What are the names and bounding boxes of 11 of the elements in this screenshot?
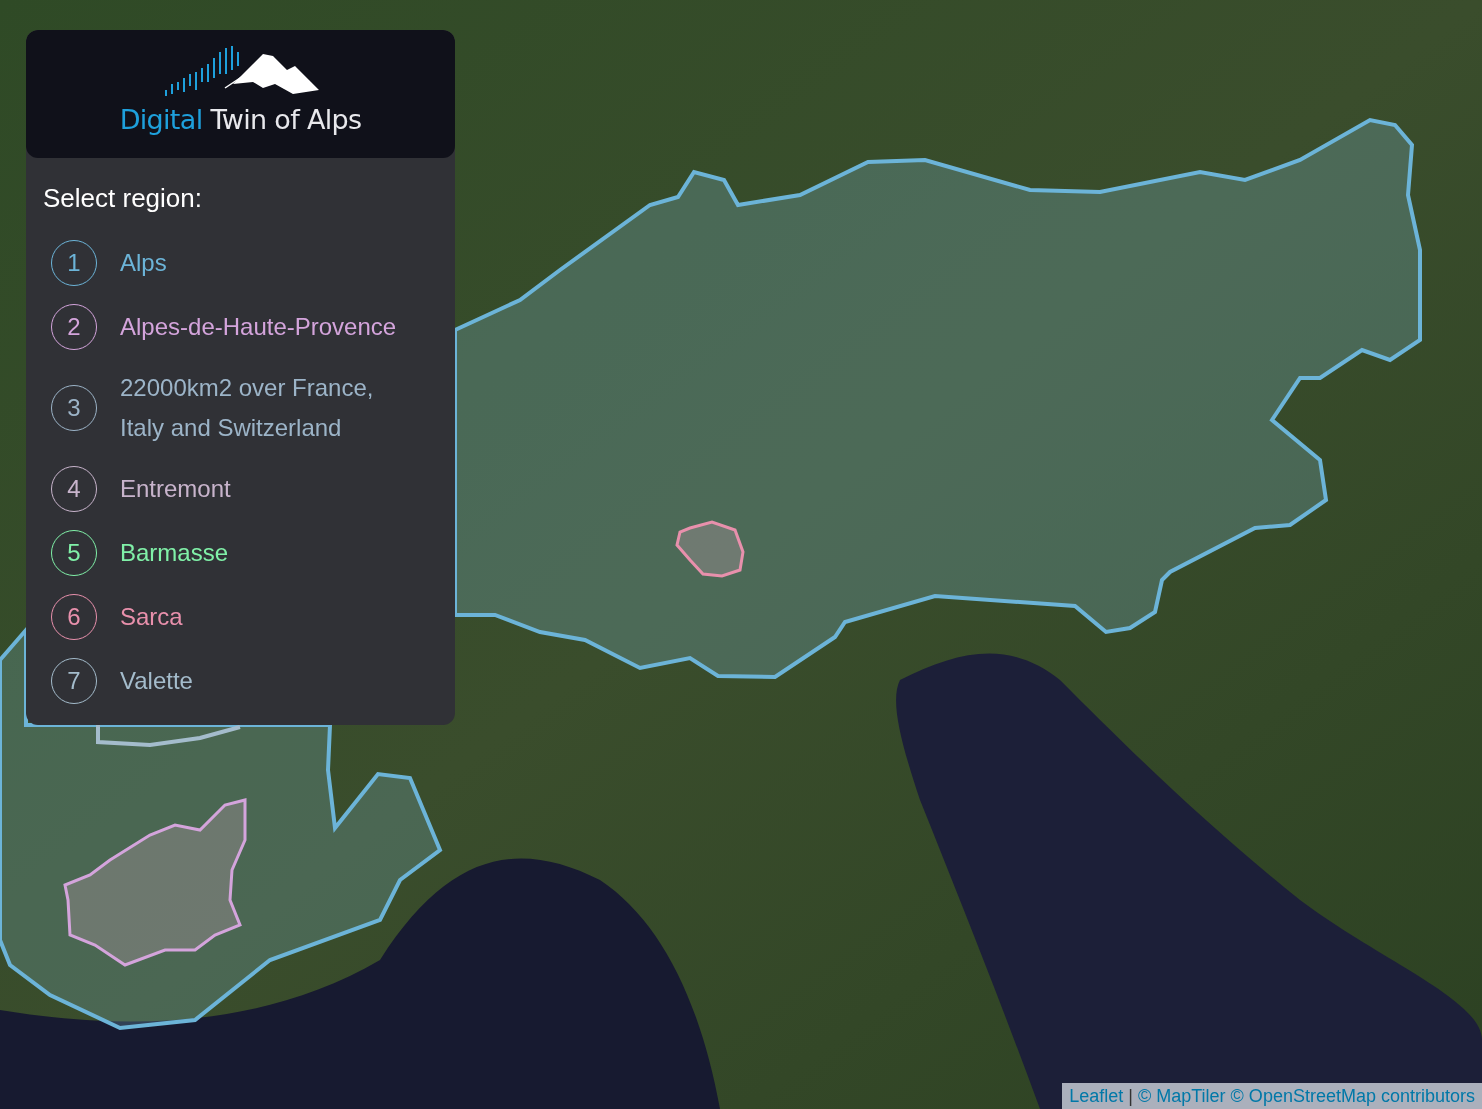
region-outline[interactable] (96, 725, 241, 747)
panel-heading: Select region: (43, 183, 203, 213)
region-name[interactable]: Entremont (120, 469, 420, 509)
region-name[interactable]: 22000km2 over France, Italy and Switzerland (120, 368, 420, 448)
region-name[interactable]: Alps (120, 243, 420, 283)
separator: | (1128, 1085, 1133, 1107)
region-name[interactable]: Sarca (120, 597, 420, 637)
region-name[interactable]: Alpes-de-Haute-Provence (120, 307, 420, 347)
logo-text: Digital Twin of Alps (119, 104, 362, 136)
region-name[interactable]: Barmasse (120, 533, 420, 573)
region-name[interactable]: Valette (120, 661, 420, 701)
